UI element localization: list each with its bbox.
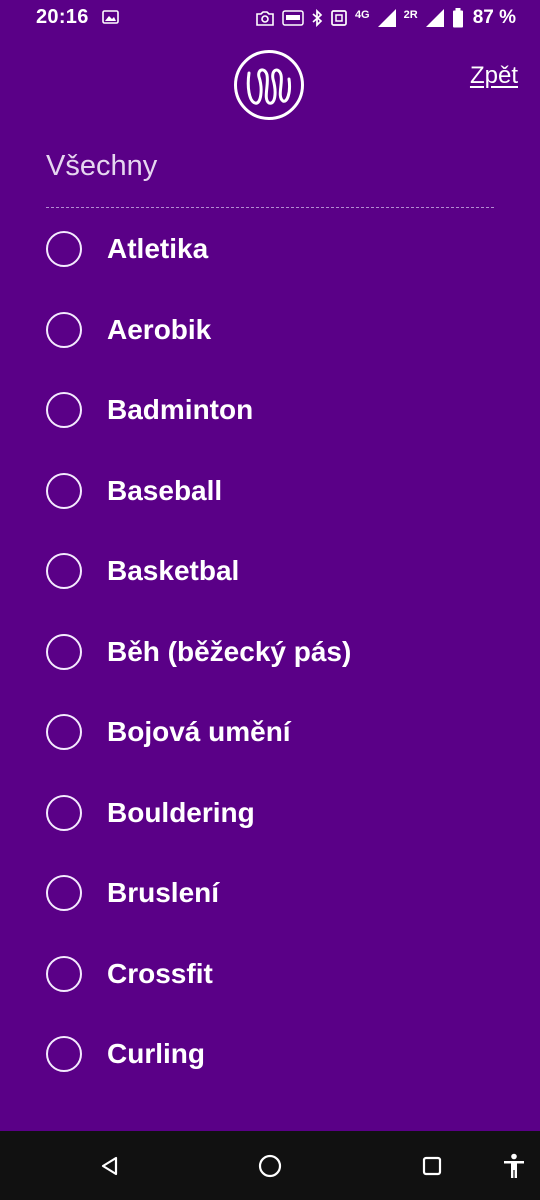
radio-button[interactable] [46, 231, 82, 268]
sport-label: Aerobik [107, 313, 212, 345]
network-type-label: 4G [354, 9, 370, 21]
sport-label: Bouldering [107, 796, 255, 828]
signal-icon [377, 8, 397, 28]
divider [46, 207, 494, 208]
home-circle-icon[interactable] [248, 1131, 292, 1200]
radio-button[interactable] [46, 1036, 82, 1073]
system-nav-bar [0, 1131, 540, 1200]
radio-button[interactable] [46, 392, 82, 429]
image-notification-icon [102, 10, 119, 29]
status-time: 20:16 [36, 6, 89, 28]
sport-label: Crossfit [107, 957, 213, 989]
signal-2-icon [425, 8, 445, 28]
sport-item-badminton[interactable]: Badminton [0, 370, 540, 451]
radio-button[interactable] [46, 472, 82, 509]
sport-item-bouldering[interactable]: Bouldering [0, 773, 540, 854]
sport-label: Atletika [107, 233, 209, 265]
radio-button[interactable] [46, 633, 82, 670]
radio-button[interactable] [46, 794, 82, 831]
radio-button[interactable] [46, 875, 82, 912]
battery-percent: 87 % [472, 7, 516, 28]
sport-item-beh[interactable]: Běh (běžecký pás) [0, 612, 540, 693]
sport-item-bojova-umeni[interactable]: Bojová umění [0, 692, 540, 773]
sport-item-curling[interactable]: Curling [0, 1014, 540, 1095]
radio-button[interactable] [46, 311, 82, 348]
sport-label: Curling [107, 1038, 205, 1070]
radio-button[interactable] [46, 955, 82, 992]
radio-button[interactable] [46, 714, 82, 751]
nfc-icon [330, 9, 348, 27]
sport-label: Badminton [107, 394, 254, 426]
status-icons: 4G 2R 87 % [255, 5, 516, 31]
battery-icon [452, 8, 464, 28]
status-bar: 20:16 4G 2R 87 % [0, 0, 540, 36]
back-link[interactable]: Zpět [470, 62, 518, 90]
sport-label: Běh (běžecký pás) [107, 635, 352, 667]
sport-item-baseball[interactable]: Baseball [0, 451, 540, 532]
sim-label: 2R [403, 9, 418, 21]
sport-list: Atletika Aerobik Badminton Baseball Bask… [0, 209, 540, 1095]
sport-item-aerobik[interactable]: Aerobik [0, 290, 540, 371]
back-triangle-icon[interactable] [88, 1131, 132, 1200]
multisport-logo-icon [233, 49, 305, 121]
sport-item-brusleni[interactable]: Bruslení [0, 853, 540, 934]
sport-label: Bojová umění [107, 716, 291, 748]
sport-item-basketbal[interactable]: Basketbal [0, 531, 540, 612]
sport-item-atletika[interactable]: Atletika [0, 209, 540, 290]
sport-label: Baseball [107, 474, 223, 506]
recents-square-icon[interactable] [410, 1131, 454, 1200]
sport-item-crossfit[interactable]: Crossfit [0, 934, 540, 1015]
sport-label: Bruslení [107, 877, 220, 909]
auto-brightness-icon [282, 9, 304, 27]
sport-label: Basketbal [107, 555, 240, 587]
camera-lock-icon [255, 9, 275, 27]
all-sports-option[interactable]: Všechny [46, 150, 157, 183]
radio-button[interactable] [46, 553, 82, 590]
bluetooth-icon [311, 9, 323, 27]
accessibility-icon[interactable] [492, 1131, 536, 1200]
